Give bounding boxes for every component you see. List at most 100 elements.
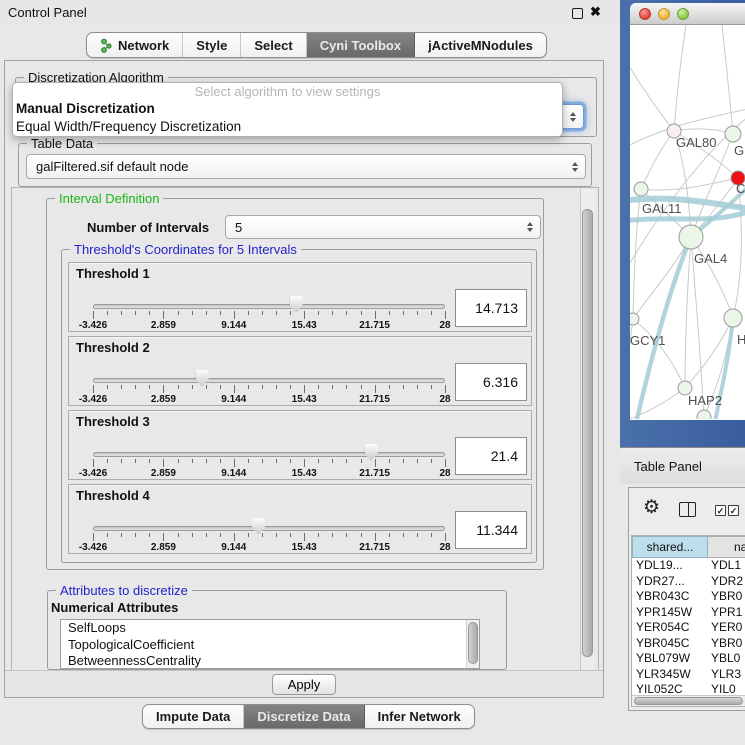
zoom-traffic-light-icon[interactable]	[677, 8, 689, 20]
table-cell[interactable]: YER054C	[632, 620, 708, 636]
table-cell[interactable]: YER0	[708, 620, 745, 636]
table-cell[interactable]: YBR043C	[632, 589, 708, 605]
gear-icon[interactable]: ⚙	[643, 498, 660, 517]
slider-tick	[121, 385, 122, 389]
close-traffic-light-icon[interactable]	[639, 8, 651, 20]
tab-discretize-data[interactable]: Discretize Data	[244, 705, 364, 728]
threshold-1-slider-track[interactable]	[93, 304, 445, 309]
network-edge[interactable]	[674, 129, 733, 134]
table-row[interactable]: YBL079WYBL0	[632, 651, 745, 667]
checkbox-icon[interactable]: ✓	[728, 505, 739, 516]
table-cell[interactable]: YPR145W	[632, 605, 708, 621]
network-window-titlebar[interactable]	[630, 3, 745, 25]
network-node[interactable]	[679, 225, 703, 249]
numerical-attributes-list[interactable]: SelfLoopsTopologicalCoefficientBetweenne…	[60, 619, 480, 669]
threshold-1-panel: Threshold 1 -3.4262.8599.14415.4321.7152…	[68, 262, 532, 332]
table-row[interactable]: YER054CYER0	[632, 620, 745, 636]
slider-tick	[107, 533, 108, 537]
checkbox-icon[interactable]: ✓	[715, 505, 726, 516]
scrollbar-thumb[interactable]	[468, 622, 478, 664]
network-edge[interactable]	[630, 61, 674, 131]
column-header-shared-name[interactable]: shared...	[632, 536, 708, 558]
table-cell[interactable]: YLR3	[708, 667, 745, 683]
network-edge[interactable]	[641, 178, 738, 190]
float-window-icon[interactable]	[572, 8, 583, 19]
network-node[interactable]	[697, 410, 711, 419]
apply-button[interactable]: Apply	[272, 674, 336, 695]
network-icon	[100, 38, 112, 53]
tab-impute-data[interactable]: Impute Data	[143, 705, 244, 728]
network-edge[interactable]	[633, 189, 641, 319]
network-node[interactable]	[634, 182, 648, 196]
network-edge[interactable]	[685, 237, 691, 388]
dropdown-option-equal-width-frequency[interactable]: Equal Width/Frequency Discretization	[13, 118, 562, 136]
network-edge[interactable]	[722, 25, 733, 134]
network-node[interactable]	[630, 313, 639, 325]
network-edge[interactable]	[674, 25, 686, 131]
network-edge[interactable]	[633, 237, 691, 319]
table-horizontal-scrollbar[interactable]	[632, 695, 745, 706]
scrollbar-thumb[interactable]	[634, 697, 743, 705]
threshold-1-label: Threshold 1	[76, 266, 150, 281]
table-cell[interactable]: YPR1	[708, 605, 745, 621]
table-row[interactable]: YBR043CYBR0	[632, 589, 745, 605]
threshold-3-slider-track[interactable]	[93, 452, 445, 457]
table-cell[interactable]: YLR345W	[632, 667, 708, 683]
table-row[interactable]: YDL19...YDL1	[632, 558, 745, 574]
attribute-list-item[interactable]: TopologicalCoefficient	[61, 637, 479, 654]
column-header-name[interactable]: na	[708, 536, 745, 558]
close-icon[interactable]: ✖	[590, 4, 601, 20]
table-cell[interactable]: YBL0	[708, 651, 745, 667]
threshold-4-slider-track[interactable]	[93, 526, 445, 531]
network-node[interactable]	[724, 309, 742, 327]
tab-jactivemnodules[interactable]: jActiveMNodules	[415, 33, 546, 57]
threshold-3-value-field[interactable]: 21.4	[455, 437, 527, 475]
dropdown-option-manual-discretization[interactable]: Manual Discretization	[13, 100, 562, 118]
tab-infer-network[interactable]: Infer Network	[365, 705, 474, 728]
network-node[interactable]	[725, 126, 741, 142]
tab-cyni-toolbox[interactable]: Cyni Toolbox	[307, 33, 415, 57]
number-of-intervals-combobox[interactable]: 5	[225, 215, 541, 239]
network-node-label: GCY1	[630, 333, 665, 348]
table-cell[interactable]: YBR045C	[632, 636, 708, 652]
network-node-label: C	[736, 181, 745, 196]
settings-scrollbar[interactable]	[580, 189, 594, 670]
table-cell[interactable]: YDR2	[708, 574, 745, 590]
minimize-traffic-light-icon[interactable]	[658, 8, 670, 20]
attribute-list-item[interactable]: SelfLoops	[61, 620, 479, 637]
threshold-1-value-field[interactable]: 14.713	[455, 289, 527, 327]
table-data-combobox[interactable]: galFiltered.sif default node	[26, 154, 586, 179]
threshold-2-value-field[interactable]: 6.316	[455, 363, 527, 401]
slider-tick	[234, 459, 235, 467]
table-cell[interactable]: YBR0	[708, 589, 745, 605]
number-of-intervals-label: Number of Intervals	[87, 220, 209, 235]
threshold-4-panel: Threshold 4 -3.4262.8599.14415.4321.7152…	[68, 484, 532, 554]
scrollbar-thumb[interactable]	[582, 209, 593, 657]
slider-tick	[121, 533, 122, 537]
slider-tick	[361, 533, 362, 537]
tab-style[interactable]: Style	[183, 33, 241, 57]
table-row[interactable]: YPR145WYPR1	[632, 605, 745, 621]
table-cell[interactable]: YBR0	[708, 636, 745, 652]
slider-tick	[178, 385, 179, 389]
tab-network[interactable]: Network	[87, 33, 183, 57]
table-cell[interactable]: YDR27...	[632, 574, 708, 590]
attributes-list-scrollbar[interactable]	[466, 620, 479, 668]
table-cell[interactable]: YDL1	[708, 558, 745, 574]
threshold-4-value-field[interactable]: 11.344	[455, 511, 527, 549]
table-cell[interactable]: YBL079W	[632, 651, 708, 667]
dropdown-placeholder-item[interactable]: Select algorithm to view settings	[13, 83, 562, 100]
slider-tick-labels: -3.4262.8599.14415.4321.71528	[93, 320, 445, 331]
column-browse-icon[interactable]	[679, 502, 696, 517]
table-row[interactable]: YBR045CYBR0	[632, 636, 745, 652]
table-row[interactable]: YDR27...YDR2	[632, 574, 745, 590]
attribute-list-item[interactable]: BetweennessCentrality	[61, 653, 479, 669]
table-row[interactable]: YLR345WYLR3	[632, 667, 745, 683]
table-cell[interactable]: YDL19...	[632, 558, 708, 574]
slider-tick	[93, 533, 94, 541]
network-edge[interactable]	[641, 131, 674, 189]
threshold-2-slider-track[interactable]	[93, 378, 445, 383]
network-edge[interactable]	[691, 237, 733, 318]
network-canvas[interactable]: GAL80GCGAL11GAL4GCY1HHAP2	[630, 25, 745, 419]
tab-select[interactable]: Select	[241, 33, 306, 57]
